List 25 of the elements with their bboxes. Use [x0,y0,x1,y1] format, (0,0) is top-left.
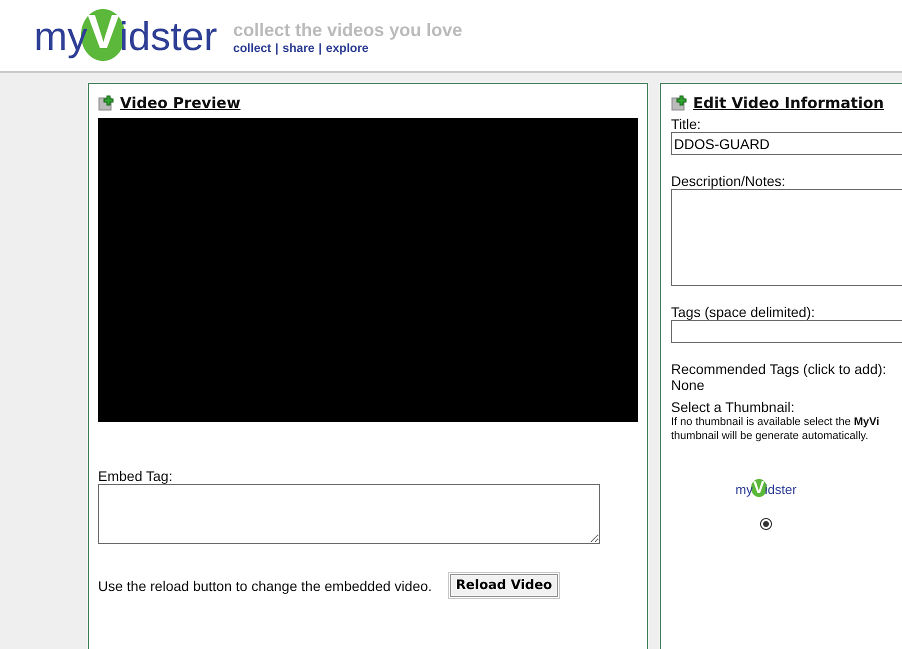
nav-link[interactable]: share [282,41,315,55]
field-label: Title: [671,116,702,132]
title-field[interactable]: DDOS-GUARD [671,132,902,155]
embed-field[interactable] [98,484,600,544]
description-field[interactable] [671,189,902,286]
add-icon [671,95,687,111]
nav-link[interactable]: collect [233,41,272,55]
section-title: Edit Video Information [693,94,884,112]
separator: | [318,41,322,55]
tags-field[interactable] [671,320,902,343]
section-title: Video Preview [120,94,240,112]
reload-button[interactable]: Reload Video [450,574,558,597]
help-text: If no thumbnail is available select the MyVi thumbnail will be generate automatically. [671,415,880,444]
tagline: collect the videos you love [233,20,462,41]
nav-link[interactable]: explore [326,41,369,55]
field-label: Embed Tag: [98,468,174,484]
field-label: Select a Thumbnail: [671,399,796,415]
thumbnail-radio[interactable] [760,518,772,530]
field-label: Recommended Tags (click to add): [671,361,888,377]
field-label: Tags (space delimited): [671,304,816,320]
recommended-tags: None [671,377,902,393]
field-label: Description/Notes: [671,173,786,189]
hint-text: Use the reload button to change the embedded video. [98,578,432,594]
separator: | [275,41,279,55]
add-icon [98,95,114,111]
